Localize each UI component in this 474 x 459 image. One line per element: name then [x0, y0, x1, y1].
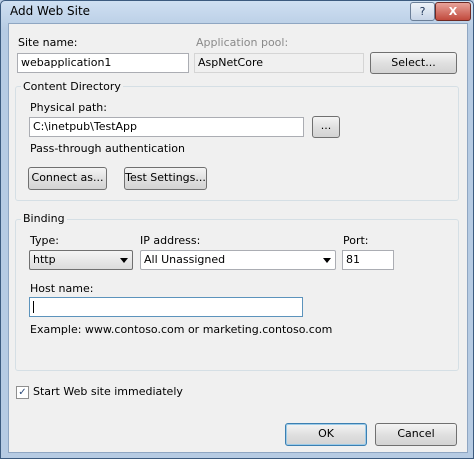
application-pool-label: Application pool: [196, 36, 289, 49]
binding-group [15, 219, 459, 371]
help-button[interactable]: ? [410, 2, 435, 21]
host-name-label: Host name: [30, 282, 94, 295]
chevron-down-icon [323, 258, 331, 263]
title-bar: Add Web Site ? X [1, 1, 473, 23]
type-select[interactable]: http [29, 250, 133, 270]
select-pool-button[interactable]: Select... [370, 52, 457, 74]
connect-as-button[interactable]: Connect as... [28, 167, 107, 190]
cancel-button[interactable]: Cancel [375, 423, 457, 446]
ip-address-value: All Unassigned [144, 253, 226, 266]
binding-title: Binding [21, 212, 67, 225]
site-name-label: Site name: [18, 36, 78, 49]
site-name-input[interactable]: webapplication1 [17, 53, 189, 73]
dialog-client-area: Site name: webapplication1 Application p… [8, 23, 468, 453]
ip-address-select[interactable]: All Unassigned [140, 250, 336, 270]
host-name-example: Example: www.contoso.com or marketing.co… [30, 323, 333, 336]
dialog-title: Add Web Site [10, 4, 91, 18]
application-pool-field: AspNetCore [194, 53, 364, 73]
test-settings-button[interactable]: Test Settings... [124, 167, 207, 190]
port-input[interactable]: 81 [342, 250, 394, 270]
ok-button[interactable]: OK [285, 423, 367, 446]
start-immediately-checkbox[interactable]: ✓ [16, 386, 29, 399]
content-directory-title: Content Directory [21, 80, 123, 93]
start-immediately-label: Start Web site immediately [33, 385, 183, 398]
authentication-text: Pass-through authentication [30, 142, 185, 155]
type-select-value: http [33, 253, 56, 266]
physical-path-label: Physical path: [30, 101, 107, 114]
host-name-input[interactable] [29, 297, 303, 317]
browse-path-button[interactable]: ... [312, 116, 340, 138]
type-label: Type: [30, 234, 59, 247]
close-button[interactable]: X [435, 2, 471, 21]
chevron-down-icon [120, 258, 128, 263]
add-web-site-dialog: Add Web Site ? X Site name: webapplicati… [0, 0, 474, 459]
ip-address-label: IP address: [140, 234, 201, 247]
physical-path-input[interactable]: C:\inetpub\TestApp [29, 117, 304, 137]
text-caret [33, 301, 34, 313]
port-label: Port: [343, 234, 369, 247]
